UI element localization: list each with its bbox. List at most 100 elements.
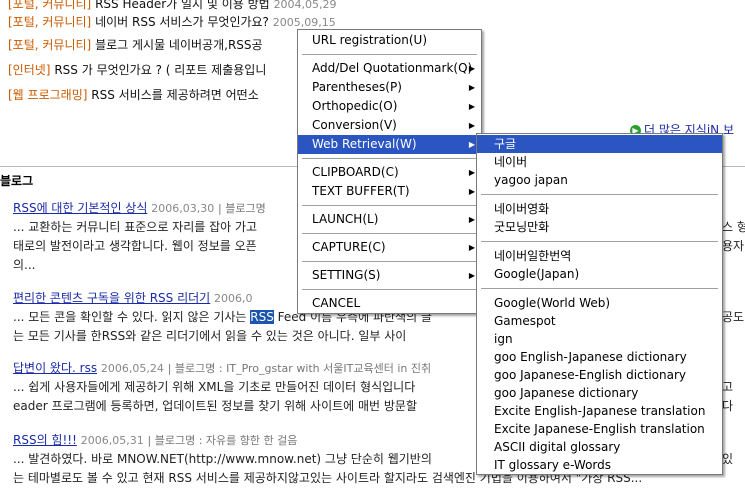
submenu-item-label: Excite English-Japanese translation	[494, 404, 706, 418]
submenu-item[interactable]: Google(Japan)	[477, 265, 722, 283]
menu-item-web-retrieval[interactable]: Web Retrieval(W) ▶	[298, 135, 481, 154]
blog-title-link[interactable]: RSS에 대한 기본적인 상식	[13, 201, 147, 215]
menu-item-label: URL registration(U)	[312, 33, 428, 47]
menu-item-label: Orthopedic(O)	[312, 99, 398, 113]
blog-snippet-line: 태로의 발전이라고 생각합니다. 웹이 정보를 오픈	[13, 239, 257, 253]
submenu-item-label: goo Japanese-English dictionary	[494, 368, 686, 382]
news-item[interactable]: [포털, 커뮤니티] 네이버 RSS 서비스가 무엇인가요? 2005,09,1…	[8, 13, 336, 30]
blog-snippet-overflow: 용자	[722, 239, 745, 253]
news-category[interactable]: [웹 프로그래밍]	[8, 88, 87, 102]
menu-item-capture[interactable]: CAPTURE(C) ▶	[298, 238, 481, 257]
submenu-item[interactable]: 네이버영화	[477, 200, 722, 218]
menu-item-text-buffer[interactable]: TEXT BUFFER(T) ▶	[298, 182, 481, 201]
submenu-item-label: goo Japanese dictionary	[494, 386, 639, 400]
menu-item-clipboard[interactable]: CLIPBOARD(C) ▶	[298, 163, 481, 182]
menu-item-setting[interactable]: SETTING(S) ▶	[298, 266, 481, 285]
news-title[interactable]: RSS 가 무엇인가요 ? ( 리포트 제출용입니	[54, 63, 266, 77]
submenu-item[interactable]: 네이버	[477, 153, 722, 171]
blog-snippet-line: 는 모든 기사를 한RSS와 같은 리더기에서 읽을 수 있는 것은 아니다. …	[13, 329, 407, 343]
submenu-item[interactable]: Excite Japanese-English translation	[477, 420, 722, 438]
news-item[interactable]: [웹 프로그래밍] RSS 서비스를 제공하려면 어떤소	[8, 86, 259, 103]
news-title[interactable]: RSS 서비스를 제공하려면 어떤소	[91, 88, 259, 102]
web-retrieval-submenu: 구글 네이버 yagoo japan 네이버영화 굿모닝만화 네이버일한번역 Google(…	[476, 133, 723, 475]
submenu-item[interactable]: yagoo japan	[477, 171, 722, 189]
blog-snippet-overflow: 다	[722, 399, 734, 413]
blog-date: 2006,03,30	[151, 202, 215, 215]
submenu-arrow-icon: ▶	[468, 168, 475, 177]
submenu-item[interactable]: goo Japanese dictionary	[477, 384, 722, 402]
menu-item-label: Parentheses(P)	[312, 80, 402, 94]
blog-meta: | 블로그명	[218, 202, 266, 215]
menu-separator	[302, 261, 477, 262]
blog-title-link[interactable]: 답변이 왔다. rss	[13, 361, 97, 375]
menu-item-label: TEXT BUFFER(T)	[312, 184, 410, 198]
blog-snippet-line: ... 발견하였다. 바로 MNOW.NET(http://www.mnow.n…	[13, 452, 432, 466]
news-category[interactable]: [인터넷]	[8, 63, 50, 77]
submenu-arrow-icon: ▶	[468, 64, 475, 73]
blog-result-header: RSS의 힘!!! 2006,05,31 | 블로그명 : 자유를 향한 한 걸…	[13, 431, 297, 448]
news-title[interactable]: 네이버 RSS 서비스가 무엇인가요?	[95, 15, 269, 29]
submenu-item[interactable]: ASCII digital glossary	[477, 438, 722, 456]
menu-separator	[302, 289, 477, 290]
submenu-item[interactable]: goo Japanese-English dictionary	[477, 366, 722, 384]
menu-item-cancel[interactable]: CANCEL	[298, 294, 481, 313]
menu-separator	[481, 194, 718, 195]
submenu-item-label: goo English-Japanese dictionary	[494, 350, 687, 364]
context-menu: URL registration(U) Add/Del Quotationmark…	[297, 29, 482, 314]
submenu-arrow-icon: ▶	[468, 140, 475, 149]
menu-item-add-del-quotationmark[interactable]: Add/Del Quotationmark(Q) ▶	[298, 59, 481, 78]
submenu-item[interactable]: ign	[477, 330, 722, 348]
submenu-item[interactable]: 구글	[477, 135, 722, 153]
menu-item-label: CLIPBOARD(C)	[312, 165, 399, 179]
news-item[interactable]: [인터넷] RSS 가 무엇인가요 ? ( 리포트 제출용입니	[8, 61, 266, 78]
news-category[interactable]: [포털, 커뮤니티]	[8, 38, 91, 52]
news-title[interactable]: 블로그 게시물 네이버공개,RSS공	[95, 38, 263, 52]
submenu-item[interactable]: Google(World Web)	[477, 294, 722, 312]
submenu-item[interactable]: IT glossary e-Words	[477, 456, 722, 474]
blog-snippet-overflow: 고	[722, 380, 734, 394]
blog-result-header: RSS에 대한 기본적인 상식 2006,03,30 | 블로그명	[13, 199, 266, 216]
news-category[interactable]: [포털, 커뮤니티]	[8, 0, 91, 11]
submenu-arrow-icon: ▶	[468, 271, 475, 280]
submenu-item-label: 네이버영화	[494, 202, 550, 216]
news-category[interactable]: [포털, 커뮤니티]	[8, 15, 91, 29]
submenu-arrow-icon: ▶	[468, 215, 475, 224]
submenu-item-label: ASCII digital glossary	[494, 440, 621, 454]
menu-separator	[481, 241, 718, 242]
menu-item-label: LAUNCH(L)	[312, 212, 379, 226]
menu-item-parentheses[interactable]: Parentheses(P) ▶	[298, 78, 481, 97]
menu-item-launch[interactable]: LAUNCH(L) ▶	[298, 210, 481, 229]
news-title[interactable]: RSS Header가 일지 및 이용 방법	[95, 0, 270, 11]
submenu-item-label: 굿모닝만화	[494, 220, 550, 234]
submenu-item-label: Google(World Web)	[494, 296, 611, 310]
menu-item-url-registration[interactable]: URL registration(U)	[298, 31, 481, 50]
menu-separator	[302, 205, 477, 206]
blog-date: 2006,05,24	[100, 362, 164, 375]
blog-snippet-overflow: 스 형	[722, 220, 745, 234]
blog-snippet-line: ... 교환하는 커뮤니티 표준으로 자리를 잡아 가고	[13, 220, 258, 234]
menu-separator	[302, 158, 477, 159]
blog-title-link[interactable]: 편리한 콘텐츠 구독을 위한 RSS 리더기	[13, 291, 210, 305]
blog-snippet-line: ... 쉽게 사용자들에게 제공하기 위해 XML을 기초로 만들어진 데이터 …	[13, 380, 416, 394]
submenu-arrow-icon: ▶	[468, 121, 475, 130]
blog-title-link[interactable]: RSS의 힘!!!	[13, 433, 77, 447]
menu-item-label: Add/Del Quotationmark(Q)	[312, 61, 473, 75]
news-item[interactable]: [포털, 커뮤니티] 블로그 게시물 네이버공개,RSS공	[8, 36, 263, 53]
submenu-item-label: yagoo japan	[494, 173, 568, 187]
blog-meta: | 블로그명 : IT_Pro_gstar with 서울IT교육센터 in 진…	[167, 362, 432, 375]
blog-date: 2006,0	[214, 292, 253, 305]
submenu-item[interactable]: 네이버일한번역	[477, 247, 722, 265]
submenu-item-label: 네이버	[494, 155, 528, 169]
menu-item-orthopedic[interactable]: Orthopedic(O) ▶	[298, 97, 481, 116]
submenu-item[interactable]: Excite English-Japanese translation	[477, 402, 722, 420]
submenu-item[interactable]: 굿모닝만화	[477, 218, 722, 236]
menu-item-label: CAPTURE(C)	[312, 240, 386, 254]
blog-snippet-overflow: 있	[722, 452, 734, 466]
submenu-arrow-icon: ▶	[468, 187, 475, 196]
news-item[interactable]: [포털, 커뮤니티] RSS Header가 일지 및 이용 방법 2004,0…	[8, 0, 337, 12]
submenu-arrow-icon: ▶	[468, 83, 475, 92]
submenu-item-label: IT glossary e-Words	[494, 458, 612, 472]
menu-item-conversion[interactable]: Conversion(V) ▶	[298, 116, 481, 135]
submenu-item[interactable]: Gamespot	[477, 312, 722, 330]
submenu-item[interactable]: goo English-Japanese dictionary	[477, 348, 722, 366]
